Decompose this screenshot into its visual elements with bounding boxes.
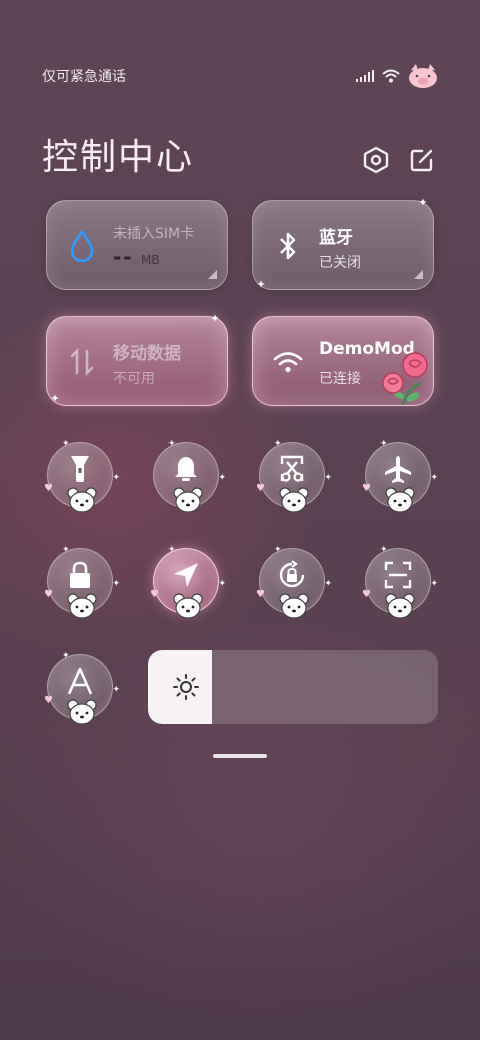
sparkle-decoration: ✦ bbox=[168, 545, 176, 555]
sun-icon bbox=[173, 674, 199, 700]
font-size-toggle[interactable]: ♥ ✦ ✦ bbox=[44, 651, 120, 725]
bluetooth-title: 蓝牙 bbox=[319, 228, 353, 248]
heart-decoration: ♥ bbox=[44, 589, 53, 600]
scan-icon bbox=[384, 561, 412, 589]
flashlight-icon bbox=[71, 456, 89, 482]
heart-decoration: ♥ bbox=[150, 589, 159, 600]
sparkle-decoration: ✦ bbox=[256, 278, 266, 291]
sparkle-decoration: ✦ bbox=[218, 579, 226, 589]
sparkle-decoration: ✦ bbox=[112, 579, 120, 589]
brightness-slider[interactable] bbox=[148, 650, 438, 724]
mobile-data-title: 移动数据 bbox=[113, 344, 181, 364]
heart-decoration: ♥ bbox=[362, 589, 371, 600]
sparkle-decoration: ✦ bbox=[274, 545, 282, 555]
sparkle-decoration: ✦ bbox=[274, 439, 282, 449]
carrier-status-text: 仅可紧急通话 bbox=[42, 69, 126, 85]
expand-corner-icon bbox=[208, 270, 217, 279]
rotation-lock-toggle[interactable]: ♥ ✦ ✦ bbox=[256, 545, 332, 619]
heart-decoration: ♥ bbox=[256, 483, 265, 494]
location-toggle[interactable]: ♥ ✦ ✦ bbox=[150, 545, 226, 619]
sparkle-decoration: ✦ bbox=[50, 392, 60, 405]
settings-button[interactable] bbox=[360, 144, 392, 176]
wifi-icon bbox=[273, 345, 303, 379]
bluetooth-tile[interactable]: 蓝牙 已关闭 bbox=[252, 200, 434, 290]
sparkle-decoration: ✦ bbox=[62, 651, 70, 661]
bear-sticker-icon bbox=[67, 487, 97, 513]
sparkle-decoration: ✦ bbox=[210, 312, 220, 325]
drag-handle[interactable] bbox=[213, 754, 267, 758]
status-bar: 仅可紧急通话 bbox=[0, 60, 480, 90]
lock-icon bbox=[70, 561, 90, 588]
heart-decoration: ♥ bbox=[362, 483, 371, 494]
water-drop-icon bbox=[67, 229, 97, 263]
letter-a-icon bbox=[67, 667, 93, 695]
page-title: 控制中心 bbox=[42, 137, 195, 178]
mobile-data-tile[interactable]: 移动数据 不可用 bbox=[46, 316, 228, 406]
data-amount-value: -- bbox=[113, 245, 134, 269]
sparkle-decoration: ✦ bbox=[380, 545, 388, 555]
bear-sticker-icon bbox=[385, 487, 415, 513]
screenshot-toggle[interactable]: ♥ ✦ ✦ bbox=[256, 439, 332, 513]
sparkle-decoration: ✦ bbox=[112, 685, 120, 695]
heart-decoration: ♥ bbox=[256, 589, 265, 600]
airplane-toggle[interactable]: ♥ ✦ ✦ bbox=[362, 439, 438, 513]
flashlight-toggle[interactable]: ♥ ✦ ✦ bbox=[44, 439, 120, 513]
bluetooth-status: 已关闭 bbox=[319, 255, 361, 271]
heart-decoration: ♥ bbox=[44, 483, 53, 494]
edit-icon bbox=[410, 149, 433, 172]
sparkle-decoration: ✦ bbox=[430, 473, 438, 483]
airplane-icon bbox=[385, 456, 411, 483]
wifi-icon bbox=[382, 69, 400, 83]
scanner-toggle[interactable]: ♥ ✦ ✦ bbox=[362, 545, 438, 619]
edit-button[interactable] bbox=[406, 144, 438, 176]
rose-sticker-icon bbox=[382, 352, 428, 405]
sparkle-decoration: ✦ bbox=[168, 439, 176, 449]
bear-sticker-icon bbox=[279, 487, 309, 513]
heart-decoration: ♥ bbox=[44, 695, 53, 706]
data-arrows-icon bbox=[67, 345, 97, 379]
expand-corner-icon bbox=[414, 270, 423, 279]
wifi-tile[interactable]: DemoMod 已连接 bbox=[252, 316, 434, 406]
bear-sticker-icon bbox=[385, 593, 415, 619]
bear-sticker-icon bbox=[67, 699, 97, 725]
mobile-data-status: 不可用 bbox=[113, 371, 155, 387]
bear-sticker-icon bbox=[279, 593, 309, 619]
sparkle-decoration: ✦ bbox=[112, 473, 120, 483]
lock-toggle[interactable]: ♥ ✦ ✦ bbox=[44, 545, 120, 619]
sparkle-decoration: ✦ bbox=[380, 439, 388, 449]
sparkle-decoration: ✦ bbox=[324, 579, 332, 589]
status-icons bbox=[356, 64, 438, 88]
sim-status-label: 未插入SIM卡 bbox=[113, 226, 195, 242]
sparkle-decoration: ✦ bbox=[62, 439, 70, 449]
rotation-lock-icon bbox=[279, 560, 305, 588]
data-usage-tile[interactable]: 未插入SIM卡 -- MB bbox=[46, 200, 228, 290]
silent-toggle[interactable]: ✦ ✦ bbox=[153, 439, 226, 513]
sparkle-decoration: ✦ bbox=[418, 196, 428, 209]
settings-hexagon-icon bbox=[363, 146, 389, 174]
bear-sticker-icon bbox=[173, 487, 203, 513]
wifi-status: 已连接 bbox=[319, 371, 361, 387]
data-unit-label: MB bbox=[141, 253, 160, 267]
bluetooth-icon bbox=[273, 229, 303, 263]
pig-avatar-icon bbox=[409, 64, 437, 88]
sparkle-decoration: ✦ bbox=[430, 579, 438, 589]
bear-sticker-icon bbox=[173, 593, 203, 619]
signal-icon bbox=[356, 70, 374, 82]
scissors-icon bbox=[280, 455, 304, 482]
sparkle-decoration: ✦ bbox=[218, 473, 226, 483]
sparkle-decoration: ✦ bbox=[324, 473, 332, 483]
location-arrow-icon bbox=[174, 563, 198, 587]
sparkle-decoration: ✦ bbox=[62, 545, 70, 555]
bear-sticker-icon bbox=[67, 593, 97, 619]
bell-icon bbox=[175, 457, 197, 481]
